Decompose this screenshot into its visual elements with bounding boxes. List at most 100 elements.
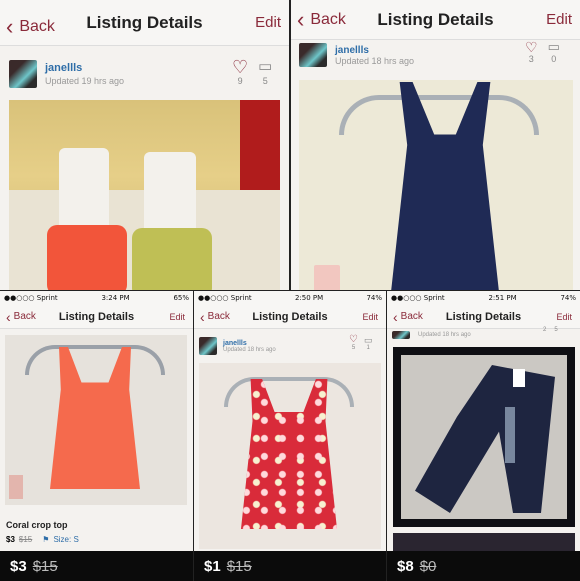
clock: 2:50 PM [294,294,324,302]
original-price: $15 [32,557,58,575]
heart-icon: ♡ [349,334,358,345]
light-switch [314,265,340,290]
edit-button[interactable]: Edit [255,14,281,31]
panel-bottom-right: ●●○○○ Sprint 2:51 PM 74% ‹ Back Listing … [387,291,580,551]
comment-icon: ▭ [363,335,373,345]
back-label: Back [19,18,55,35]
listing-photo[interactable] [299,80,573,290]
item-price: $3 [6,535,15,544]
seller-username[interactable]: janellls [223,340,276,347]
chevron-left-icon: ‹ [6,308,11,325]
panel-bottom-middle: ●●○○○ Sprint 2:50 PM 74% ‹ Back Listing … [194,291,386,551]
edit-button[interactable]: Edit [169,312,185,322]
green-polish-bottle [132,228,212,290]
edit-button[interactable]: Edit [556,312,572,322]
avatar[interactable] [392,331,410,339]
original-price: $0 [419,557,437,575]
like-button[interactable]: ♡ 5 [349,334,358,352]
price-bar-1: $3 $15 [0,551,193,581]
comment-count: 0 [551,54,557,64]
carrier: ●●○○○ Sprint [4,294,58,302]
back-button[interactable]: ‹ Back [6,309,36,325]
comment-button[interactable]: ▭ 0 [547,39,560,65]
updated-time: Updated 19 hrs ago [45,76,125,86]
navbar: ‹ Back Listing Details Edit [0,305,193,329]
updated-time: Updated 18 hrs ago [418,332,471,338]
status-bar: ●●○○○ Sprint 3:24 PM 65% [0,291,193,305]
listing-photo[interactable] [393,347,575,527]
panel-top-left: ‹ Back Listing Details Edit janellls Upd… [0,0,289,290]
edit-button[interactable]: Edit [546,11,572,28]
social-icons: ♡ 3 ▭ 0 [525,39,560,65]
clock: 2:51 PM [488,294,517,302]
like-count: 2 [543,327,547,333]
heart-icon: ♡ [232,57,249,77]
panel-top-right: ‹ Back Listing Details Edit janellls Upd… [291,0,580,290]
hanger [224,377,354,407]
avatar[interactable] [9,60,37,88]
item-title: Coral crop top [6,520,68,530]
item-old-price: $15 [18,535,33,544]
back-label: Back [400,311,423,322]
comment-count: 5 [262,76,268,86]
like-count: 3 [528,54,534,64]
listing-photo[interactable] [5,335,187,505]
navbar: ‹ Back Listing Details Edit [0,0,289,46]
carrier: ●●○○○ Sprint [198,294,252,302]
price: $8 [397,557,414,575]
price-tag [513,369,525,387]
back-button[interactable]: ‹ Back [200,309,230,325]
updated-time: Updated 18 hrs ago [223,346,276,353]
avatar[interactable] [299,43,327,67]
size-sticker [505,407,515,463]
item-size: Size: S [53,535,79,544]
chevron-left-icon: ‹ [297,6,305,32]
like-button[interactable]: ♡ 3 [525,40,538,64]
price: $3 [10,557,27,575]
like-count: 9 [237,76,243,86]
coral-polish-bottle [47,225,127,290]
back-button[interactable]: ‹ Back [6,14,55,40]
back-label: Back [13,311,36,322]
navbar: ‹ Back Listing Details Edit [291,0,580,40]
hanger [339,95,539,135]
carrier: ●●○○○ Sprint [391,294,445,302]
battery: 65% [173,294,189,302]
next-photo-strip [393,533,575,551]
like-button[interactable]: ♡ 9 [232,58,248,86]
avatar[interactable] [199,337,217,355]
chevron-left-icon: ‹ [393,308,398,325]
comment-icon: ▭ [547,39,560,54]
edit-button[interactable]: Edit [362,312,378,322]
hanger [25,345,165,375]
back-label: Back [207,311,230,322]
comment-button[interactable]: ▭ 1 [364,335,373,351]
listing-photo[interactable] [199,363,381,549]
price: $1 [204,557,221,575]
navbar: ‹ Back Listing Details Edit [194,305,386,329]
social-icons: ♡ 9 ▭ 5 [232,58,272,86]
comment-count: 1 [366,345,370,351]
clock: 3:24 PM [101,294,130,302]
back-button[interactable]: ‹ Back [393,309,423,325]
social-icons: ♡ 5 ▭ 1 [349,334,373,352]
seller-username[interactable]: janellls [335,45,414,56]
page-title: Listing Details [252,310,328,323]
price-bar-3: $8 $0 [387,551,580,581]
back-label: Back [310,10,346,28]
chevron-left-icon: ‹ [200,308,205,325]
listing-photo[interactable] [9,100,280,290]
chevron-left-icon: ‹ [6,14,14,39]
battery: 74% [560,294,576,302]
heart-icon: ♡ [525,39,538,55]
social-icons: 2 5 [543,327,558,333]
seller-username[interactable]: janellls [45,62,124,74]
light-switch [9,475,23,499]
battery: 74% [366,294,382,302]
comment-button[interactable]: ▭ 5 [258,58,272,86]
status-bar: ●●○○○ Sprint 2:50 PM 74% [194,291,386,305]
back-button[interactable]: ‹ Back [297,7,346,33]
page-title: Listing Details [58,310,135,323]
page-title: Listing Details [445,310,522,323]
comment-icon: ▭ [258,58,273,75]
